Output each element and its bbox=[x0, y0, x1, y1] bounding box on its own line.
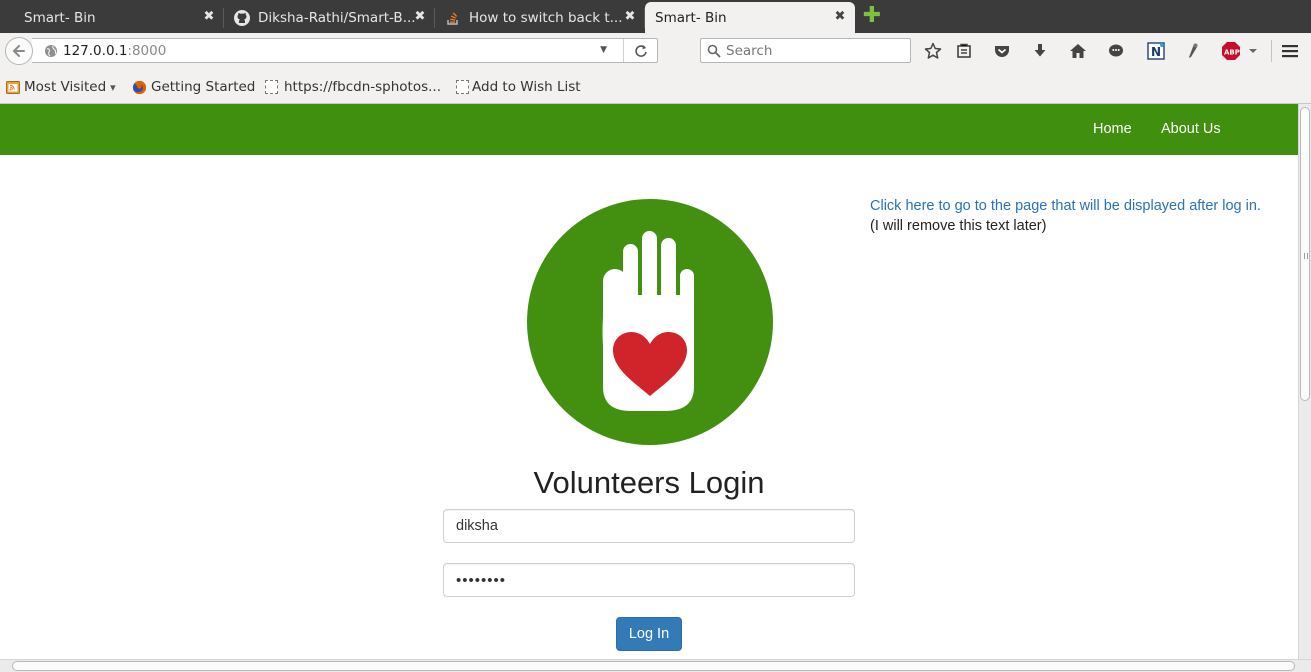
adblock-plus-icon[interactable]: ABP bbox=[1221, 42, 1241, 60]
back-arrow-icon bbox=[12, 45, 25, 57]
bookmark-label: Add to Wish List bbox=[472, 79, 581, 95]
bookmark-getting-started[interactable]: Getting Started bbox=[132, 78, 255, 96]
vertical-scrollbar[interactable] bbox=[1298, 104, 1311, 659]
tab-strip: Smart- Bin ✖ Diksha-Rathi/Smart-B... ✖ H… bbox=[0, 0, 1311, 33]
tab-close-icon[interactable]: ✖ bbox=[202, 10, 216, 24]
page-content: Home About Us Click here to go to the pa… bbox=[0, 104, 1298, 659]
site-navbar: Home About Us bbox=[0, 104, 1298, 155]
svg-text:ABP: ABP bbox=[1224, 49, 1240, 57]
search-bar[interactable] bbox=[700, 38, 911, 63]
temporary-note-text: (I will remove this text later) bbox=[870, 218, 1047, 234]
search-icon bbox=[707, 44, 721, 58]
bookmarks-menu-icon[interactable] bbox=[954, 42, 974, 60]
bookmark-most-visited[interactable]: Most Visited ▾ bbox=[6, 78, 116, 96]
bookmark-star-icon[interactable] bbox=[923, 42, 943, 60]
bookmark-fbcdn[interactable]: https://fbcdn-sphotos... bbox=[265, 78, 441, 96]
log-in-button[interactable]: Log In bbox=[616, 617, 682, 651]
tab-smart-bin-active[interactable]: Smart- Bin ✖ bbox=[645, 2, 855, 33]
bookmark-label: Getting Started bbox=[151, 79, 256, 95]
tab-title: Diksha-Rathi/Smart-B... bbox=[258, 9, 416, 26]
username-field[interactable] bbox=[443, 509, 855, 543]
url-history-dropdown-icon[interactable]: ▼ bbox=[600, 45, 607, 55]
tab-title: Smart- Bin bbox=[24, 9, 96, 26]
new-tab-icon[interactable]: ✚ bbox=[862, 5, 882, 27]
firefox-icon bbox=[132, 80, 147, 94]
horizontal-scrollbar[interactable] bbox=[0, 659, 1311, 672]
volunteer-hand-heart-logo bbox=[527, 199, 773, 445]
horizontal-scroll-thumb[interactable] bbox=[12, 661, 1295, 671]
tab-close-icon[interactable]: ✖ bbox=[833, 10, 847, 24]
login-title: Volunteers Login bbox=[533, 465, 765, 500]
back-button[interactable] bbox=[5, 37, 33, 65]
home-icon[interactable] bbox=[1068, 42, 1088, 60]
blank-page-icon bbox=[456, 80, 469, 94]
tab-github[interactable]: Diksha-Rathi/Smart-B... ✖ bbox=[224, 2, 435, 33]
tab-title: Smart- Bin bbox=[655, 9, 727, 26]
globe-icon bbox=[45, 44, 57, 57]
tab-smart-bin-1[interactable]: Smart- Bin ✖ bbox=[0, 2, 224, 33]
bookmark-add-to-wish-list[interactable]: Add to Wish List bbox=[456, 78, 581, 96]
github-icon bbox=[234, 9, 250, 26]
tab-stackoverflow[interactable]: How to switch back t... ✖ bbox=[435, 2, 645, 33]
downloads-icon[interactable] bbox=[1030, 42, 1050, 60]
tab-close-icon[interactable]: ✖ bbox=[623, 10, 637, 24]
bookmark-label: Most Visited bbox=[24, 79, 107, 95]
url-bar[interactable]: 127.0.0.1:8000 ▼ bbox=[32, 38, 658, 63]
svg-text:N: N bbox=[1151, 45, 1161, 59]
bookmarks-toolbar: Most Visited ▾ Getting Started https://f… bbox=[0, 69, 1311, 104]
hamburger-menu-icon[interactable] bbox=[1280, 42, 1300, 60]
pocket-icon[interactable] bbox=[992, 42, 1012, 60]
adblock-dropdown-icon[interactable] bbox=[1246, 42, 1260, 60]
bookmark-label: https://fbcdn-sphotos... bbox=[284, 79, 442, 95]
pin-tool-icon[interactable] bbox=[1183, 42, 1203, 60]
vertical-scroll-thumb[interactable] bbox=[1300, 107, 1310, 401]
stackoverflow-icon bbox=[445, 10, 461, 26]
tab-close-icon[interactable]: ✖ bbox=[413, 10, 427, 24]
password-field[interactable] bbox=[443, 563, 855, 597]
reload-icon[interactable] bbox=[623, 39, 657, 62]
url-text: 127.0.0.1:8000 bbox=[63, 42, 167, 59]
blank-page-icon bbox=[265, 80, 278, 94]
rss-folder-icon bbox=[6, 81, 20, 94]
chevron-down-icon: ▾ bbox=[110, 80, 116, 94]
search-input[interactable] bbox=[726, 42, 906, 59]
nav-about-us-link[interactable]: About Us bbox=[1161, 121, 1221, 137]
extension-n-icon[interactable]: N bbox=[1146, 42, 1166, 60]
after-login-page-link[interactable]: Click here to go to the page that will b… bbox=[870, 198, 1261, 214]
tab-title: How to switch back t... bbox=[469, 9, 623, 26]
toolbar-separator bbox=[1271, 40, 1272, 62]
chat-icon[interactable] bbox=[1106, 42, 1126, 60]
nav-home-link[interactable]: Home bbox=[1093, 121, 1132, 137]
navigation-toolbar: 127.0.0.1:8000 ▼ N ABP bbox=[0, 33, 1311, 69]
